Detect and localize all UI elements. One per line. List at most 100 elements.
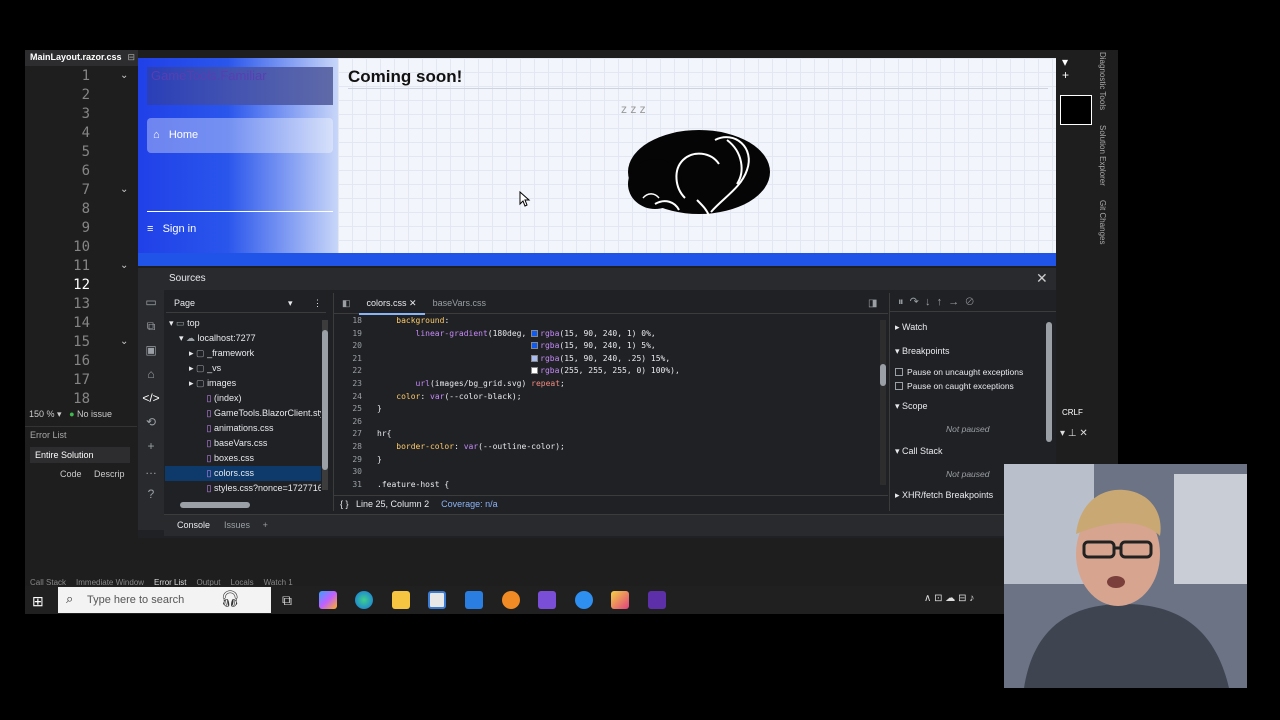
help-icon[interactable]: ?: [138, 482, 164, 506]
tree-item[interactable]: ▯ baseVars.css: [165, 436, 321, 451]
line-ending[interactable]: CRLF: [1062, 408, 1092, 417]
checkbox[interactable]: [895, 382, 903, 390]
code-line[interactable]: rgba(15, 90, 240, 1) 5%,: [377, 340, 656, 353]
color-swatch[interactable]: [531, 354, 539, 362]
dropdown-icon[interactable]: ▾: [1060, 428, 1065, 439]
collapse-chevron-icon[interactable]: ⌄: [120, 184, 128, 195]
device-icon[interactable]: ▣: [138, 338, 164, 362]
tree-item[interactable]: ▸ ▢ _vs: [165, 361, 321, 376]
add-tab-icon[interactable]: +: [263, 520, 268, 530]
code-line[interactable]: background:: [377, 315, 449, 328]
error-scope-dropdown[interactable]: Entire Solution: [30, 447, 130, 463]
color-swatch[interactable]: [531, 329, 539, 337]
tree-item[interactable]: ▯ (index): [165, 391, 321, 406]
code-line[interactable]: hr{: [377, 428, 391, 441]
panel-diagnostic-tools[interactable]: Diagnostic Tools: [1098, 52, 1107, 110]
tray-app-icon[interactable]: ⊡: [934, 593, 942, 604]
zoom-level[interactable]: 150 %: [29, 409, 55, 419]
pin-icon[interactable]: ⊥: [1068, 428, 1077, 439]
more-icon[interactable]: ⋮: [313, 298, 322, 309]
code-line[interactable]: }: [377, 454, 382, 467]
braces-icon[interactable]: { }: [340, 499, 349, 509]
tab-issues[interactable]: Issues: [224, 520, 250, 530]
vs-document-tab[interactable]: MainLayout.razor.css ⊟: [25, 50, 138, 66]
sidebar-toggle-icon[interactable]: ◧: [334, 294, 359, 313]
debugger-scrollbar[interactable]: [1046, 322, 1052, 442]
add-icon[interactable]: +: [1062, 68, 1069, 82]
file-explorer-icon[interactable]: [392, 591, 410, 609]
code-line[interactable]: linear-gradient(180deg, rgba(15, 90, 240…: [377, 328, 656, 341]
panel-git-changes[interactable]: Git Changes: [1098, 200, 1107, 244]
sources-icon[interactable]: </>: [138, 386, 164, 410]
copilot-icon[interactable]: [319, 591, 337, 609]
debugger-toggle-icon[interactable]: ◨: [868, 298, 877, 309]
chevron-down-icon[interactable]: ▾: [288, 298, 293, 309]
tree-item[interactable]: ▯ animations.css: [165, 421, 321, 436]
close-icon[interactable]: ✕: [409, 298, 417, 308]
pause-icon[interactable]: ⏸: [898, 296, 904, 308]
paint-icon[interactable]: [611, 591, 629, 609]
code-line[interactable]: }: [377, 403, 382, 416]
section-xhr-breakpoints[interactable]: ▸ XHR/fetch Breakpoints: [895, 490, 993, 501]
deactivate-breakpoints-icon[interactable]: ⊘: [965, 296, 973, 308]
issues-status[interactable]: No issue: [77, 409, 112, 419]
task-view-icon[interactable]: ⧉: [282, 591, 300, 609]
welcome-icon[interactable]: ⌂: [138, 362, 164, 386]
visual-studio-icon[interactable]: [538, 591, 556, 609]
panel-solution-explorer[interactable]: Solution Explorer: [1098, 125, 1107, 186]
editor-scrollbar[interactable]: [880, 320, 886, 485]
tab-basevars-css[interactable]: baseVars.css: [425, 294, 494, 312]
tab-colors-css[interactable]: colors.css ✕: [358, 294, 425, 315]
close-icon[interactable]: ✕: [1036, 270, 1048, 287]
nav-home[interactable]: ⌂ Home: [147, 118, 333, 153]
screencast-icon[interactable]: ▭: [138, 290, 164, 314]
tree-item[interactable]: ▯ colors.css: [165, 466, 321, 481]
app-purple-icon[interactable]: [648, 591, 666, 609]
code-line[interactable]: color: var(--color-black);: [377, 391, 521, 404]
code-line[interactable]: .feature-host {: [377, 479, 449, 492]
section-scope[interactable]: ▾ Scope: [895, 401, 928, 412]
column-description[interactable]: Descrip: [94, 469, 125, 479]
tree-item[interactable]: ▾ ▭ top: [165, 316, 321, 331]
pause-caught-checkbox[interactable]: Pause on caught exceptions: [895, 381, 1014, 391]
network-icon[interactable]: ⟲: [138, 410, 164, 434]
tree-item[interactable]: ▯ GameTools.BlazorClient.styles.css: [165, 406, 321, 421]
collapse-chevron-icon[interactable]: ⌄: [120, 70, 128, 81]
tab-console[interactable]: Console: [177, 520, 210, 530]
color-swatch[interactable]: [531, 367, 539, 375]
add-tool-icon[interactable]: +: [138, 434, 164, 458]
color-swatch[interactable]: [531, 342, 539, 350]
mail-icon[interactable]: [465, 591, 483, 609]
vs-zoom-bar[interactable]: 150 % ▾ ● No issue: [25, 408, 135, 422]
more-tools-icon[interactable]: …: [138, 458, 164, 482]
section-breakpoints[interactable]: ▾ Breakpoints: [895, 346, 950, 357]
tree-item[interactable]: ▸ ▢ _framework: [165, 346, 321, 361]
tree-item[interactable]: ▾ ☁ localhost:7277: [165, 331, 321, 346]
code-line[interactable]: rgba(255, 255, 255, 0) 100%),: [377, 365, 680, 378]
checkbox[interactable]: [895, 368, 903, 376]
navigator-scrollbar[interactable]: [322, 320, 328, 490]
store-icon[interactable]: [428, 591, 446, 609]
tab-page[interactable]: Page: [174, 298, 195, 308]
pause-uncaught-checkbox[interactable]: Pause on uncaught exceptions: [895, 367, 1023, 377]
step-over-icon[interactable]: ↷: [910, 296, 919, 308]
section-watch[interactable]: ▸ Watch: [895, 322, 927, 333]
collapse-chevron-icon[interactable]: ⌄: [120, 260, 128, 271]
network-icon[interactable]: ⊟: [958, 593, 966, 604]
step-icon[interactable]: →: [948, 296, 959, 308]
step-out-icon[interactable]: ↑: [937, 296, 943, 308]
close-icon[interactable]: ✕: [1079, 428, 1087, 439]
edge-icon[interactable]: [355, 591, 373, 609]
code-line[interactable]: url(images/bg_grid.svg) repeat;: [377, 378, 565, 391]
step-into-icon[interactable]: ↓: [925, 296, 931, 308]
collapse-chevron-icon[interactable]: ⌄: [120, 336, 128, 347]
coverage-status[interactable]: Coverage: n/a: [441, 499, 498, 509]
pin-icon[interactable]: ⊟: [128, 52, 136, 62]
dropdown-icon[interactable]: ▾: [1062, 55, 1068, 69]
code-line[interactable]: border-color: var(--outline-color);: [377, 441, 565, 454]
cloud-icon[interactable]: ☁: [945, 593, 955, 604]
column-code[interactable]: Code: [60, 469, 82, 479]
windows-start-icon[interactable]: ⊞: [32, 593, 44, 610]
code-line[interactable]: rgba(15, 90, 240, .25) 15%,: [377, 353, 670, 366]
tree-item[interactable]: ▸ ▢ images: [165, 376, 321, 391]
